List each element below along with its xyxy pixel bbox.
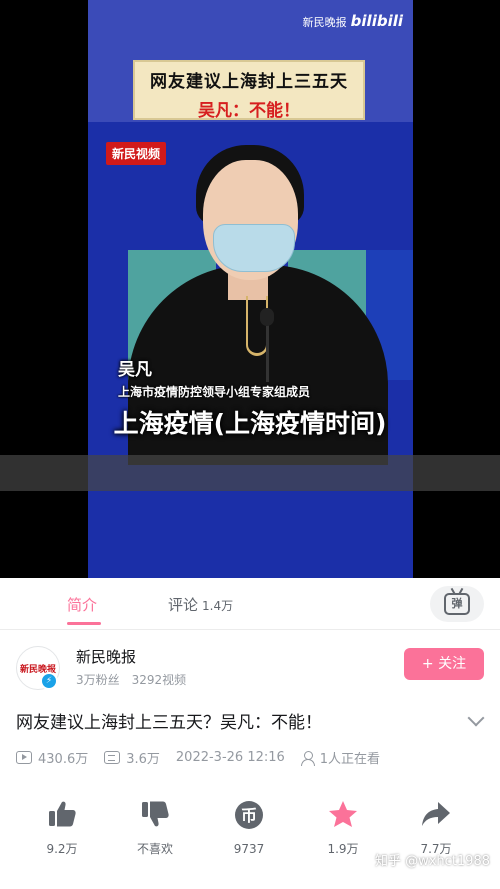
like-count: 9.2万: [46, 842, 78, 856]
views-count: 430.6万: [38, 752, 89, 767]
video-headline-box: 网友建议上海封上三五天 吴凡：不能！: [133, 60, 365, 121]
comment-count: 1.4万: [202, 599, 234, 613]
uploader-meta: 3万粉丝 3292视频: [76, 671, 198, 688]
like-button[interactable]: 9.2万: [27, 800, 97, 857]
tab-intro[interactable]: 简介: [67, 594, 97, 615]
favorite-button[interactable]: 1.9万: [308, 800, 378, 857]
uploader-name[interactable]: 新民晚报: [76, 646, 136, 667]
dislike-label: 不喜欢: [136, 842, 173, 856]
danmaku-count-icon: [104, 751, 121, 764]
microphone-icon: [260, 308, 274, 326]
face-mask: [213, 224, 295, 272]
views-stat: 430.6万: [16, 748, 88, 767]
video-subheadline: 吴凡：不能！: [198, 101, 300, 121]
coin-button[interactable]: 币 9737: [214, 800, 284, 856]
microphone-stem: [266, 322, 269, 382]
video-detail-panel: 简介 评论 1.4万 弹 新民晚报 ⚡ 新民晚报 3万粉丝 3292视频 + 关注 …: [0, 578, 500, 889]
people-icon: [300, 750, 315, 766]
video-stats: 430.6万 3.6万 2022-3-26 12:16 1人正在看: [16, 748, 396, 767]
video-headline: 网友建议上海封上三五天: [150, 72, 348, 92]
tab-bar: 简介 评论 1.4万 弹: [0, 578, 500, 630]
publish-date-text: 2022-3-26 12:16: [175, 750, 285, 765]
svg-text:币: 币: [241, 806, 257, 825]
bilibili-logo: bilibili: [350, 12, 403, 30]
watching-count: 1人正在看: [319, 752, 381, 767]
danmaku-toggle-button[interactable]: 弹: [430, 586, 484, 622]
video-player[interactable]: 新民晚报 bilibili 网友建议上海封上三五天 吴凡：不能！ 新民视频 吴凡 …: [0, 0, 500, 578]
overlay-title: 上海疫情(上海疫情时间): [113, 409, 387, 438]
danmaku-icon: 弹: [444, 593, 470, 615]
zhihu-watermark: 知乎 @wxhct1988: [374, 854, 490, 869]
active-tab-indicator: [67, 622, 101, 625]
follow-button[interactable]: + 关注: [404, 648, 484, 680]
expand-chevron-icon[interactable]: [467, 709, 485, 727]
uploader-row: 新民晚报 ⚡ 新民晚报 3万粉丝 3292视频 + 关注: [0, 638, 500, 694]
caption-role: 上海市疫情防控领导小组专家组成员: [118, 385, 311, 399]
coin-count: 9737: [233, 842, 265, 856]
overlay-band: [0, 455, 500, 491]
video-frame: 新民晚报 bilibili 网友建议上海封上三五天 吴凡：不能！ 新民视频 吴凡 …: [88, 0, 413, 578]
tab-comments[interactable]: 评论 1.4万: [168, 594, 233, 615]
dislike-button[interactable]: 不喜欢: [120, 800, 190, 857]
verified-badge-icon: ⚡: [40, 672, 58, 690]
video-count: 3292视频: [131, 673, 187, 687]
tab-comments-label: 评论: [168, 596, 199, 614]
necklace: [246, 296, 268, 356]
video-watermark: 新民晚报 bilibili: [303, 12, 403, 30]
watching-stat: 1人正在看: [300, 748, 381, 767]
fans-count: 3万粉丝: [76, 673, 120, 687]
thumbs-down-icon: [142, 801, 169, 827]
watermark-channel: 新民晚报: [302, 16, 347, 29]
news-tag: 新民视频: [106, 142, 167, 165]
share-button[interactable]: 7.7万: [401, 800, 471, 857]
share-icon: [422, 802, 450, 826]
play-count-icon: [16, 751, 32, 764]
publish-date: 2022-3-26 12:16: [176, 750, 285, 765]
thumbs-up-icon: [49, 801, 76, 827]
coin-icon: 币: [235, 801, 263, 829]
video-title: 网友建议上海封上三五天？吴凡：不能！: [16, 713, 322, 733]
danmaku-count: 3.6万: [126, 752, 160, 767]
caption-name: 吴凡: [118, 360, 152, 380]
star-icon: [329, 801, 357, 827]
favorite-count: 1.9万: [327, 842, 359, 856]
danmaku-stat: 3.6万: [104, 748, 160, 767]
